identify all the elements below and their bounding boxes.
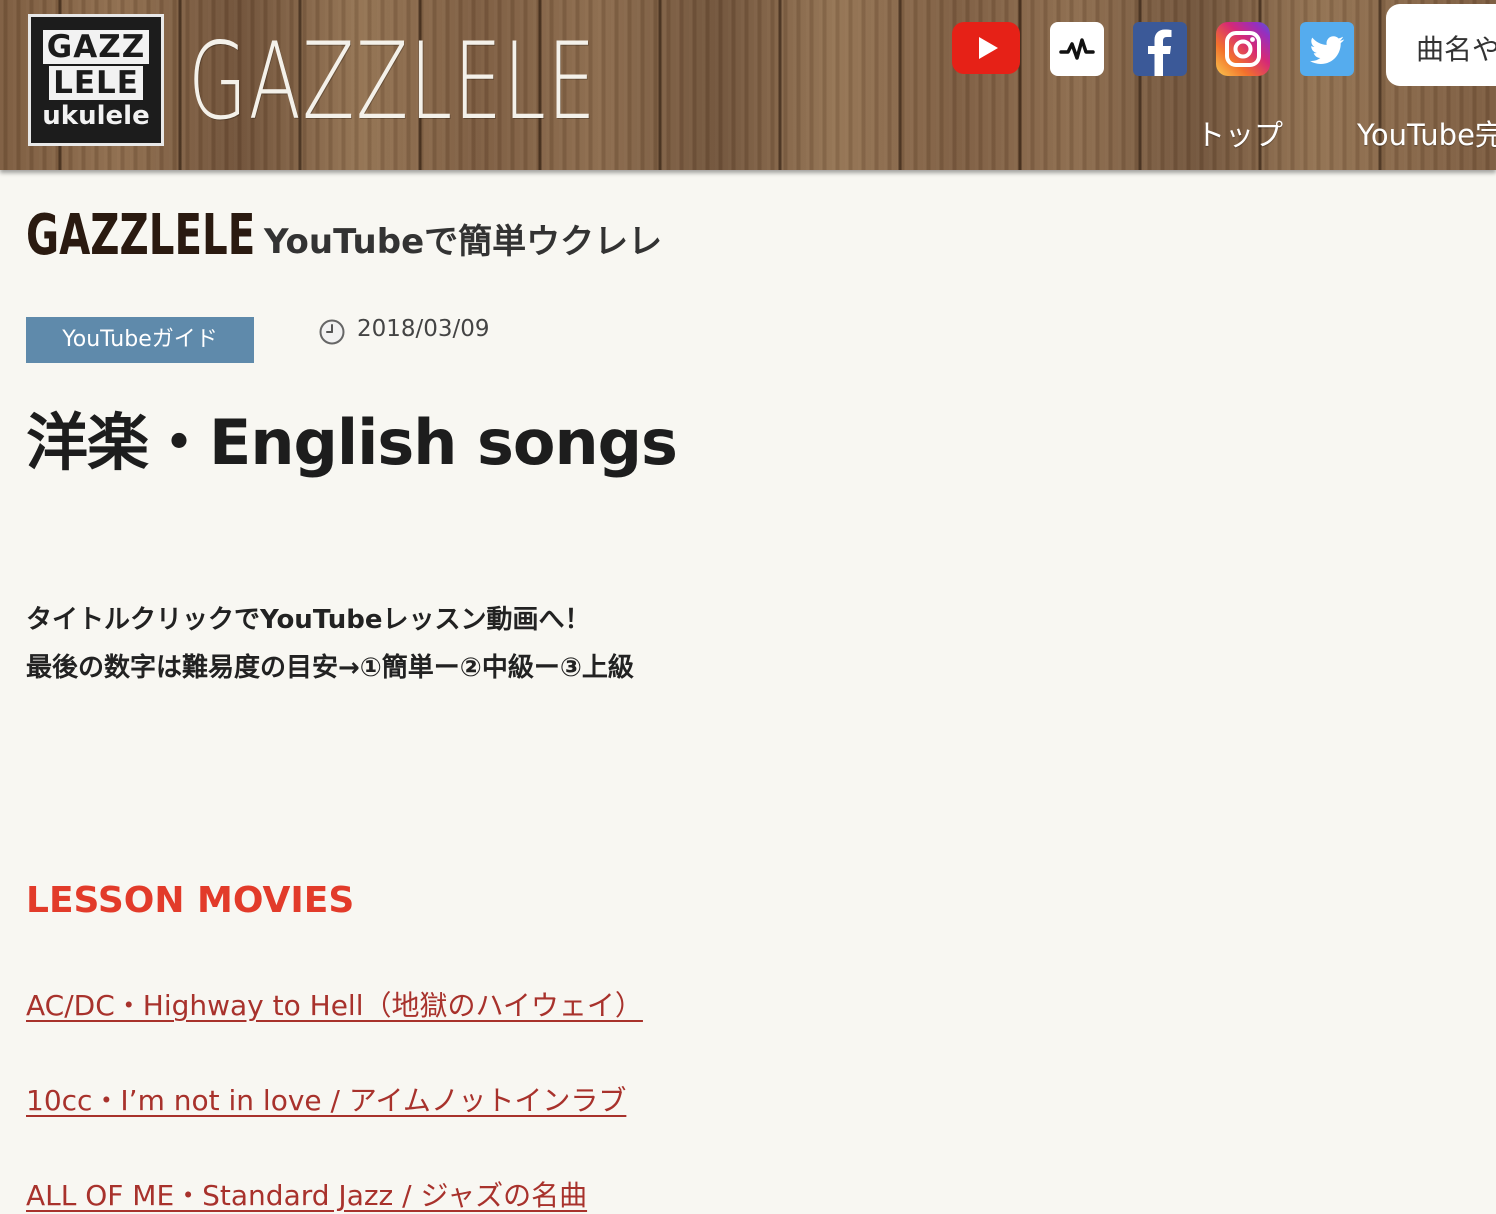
facebook-icon[interactable] xyxy=(1133,22,1187,76)
site-tagline: YouTubeで簡単ウクレレ xyxy=(264,222,663,262)
site-brand-logo[interactable]: GAZZLELE xyxy=(26,200,255,272)
twitter-icon[interactable] xyxy=(1300,22,1354,76)
category-badge[interactable]: YouTubeガイド xyxy=(26,317,254,363)
lesson-link-im-not-in-love[interactable]: 10cc・I’m not in love / アイムノットインラブ xyxy=(26,1079,626,1119)
lesson-link-all-of-me[interactable]: ALL OF ME・Standard Jazz / ジャズの名曲 xyxy=(26,1174,587,1214)
lesson-link-highway-to-hell[interactable]: AC/DC・Highway to Hell（地獄のハイウェイ） xyxy=(26,984,643,1024)
post-date: 2018/03/09 xyxy=(357,316,490,342)
section-heading-lesson-movies: LESSON MOVIES xyxy=(26,880,355,921)
post-title: 洋楽・English songs xyxy=(26,406,678,479)
instagram-icon[interactable] xyxy=(1216,22,1270,76)
youtube-icon[interactable] xyxy=(952,22,1020,74)
gazzlele-ukulele-logo[interactable]: GAZZ LELE ukulele xyxy=(28,14,164,146)
search-input[interactable]: 曲名や xyxy=(1386,4,1496,86)
intro-line-2: 最後の数字は難易度の目安→①簡単ー②中級ー③上級 xyxy=(26,653,634,683)
nav-item-top[interactable]: トップ xyxy=(1196,112,1283,154)
site-header: GAZZ LELE ukulele GAZZLELE 曲名や トップ YouTu… xyxy=(0,0,1496,170)
logo-line-gazz: GAZZ xyxy=(42,30,150,64)
clock-icon xyxy=(318,318,346,346)
post-intro: タイトルクリックでYouTubeレッスン動画へ！ 最後の数字は難易度の目安→①簡… xyxy=(26,596,634,692)
wave-icon[interactable] xyxy=(1050,22,1104,76)
intro-line-1: タイトルクリックでYouTubeレッスン動画へ！ xyxy=(26,605,591,635)
logo-line-lele: LELE xyxy=(49,66,143,100)
gazzlele-wordmark[interactable]: GAZZLELE xyxy=(188,20,597,144)
nav-item-youtube[interactable]: YouTube完 xyxy=(1357,112,1496,154)
logo-line-ukulele: ukulele xyxy=(42,101,150,131)
